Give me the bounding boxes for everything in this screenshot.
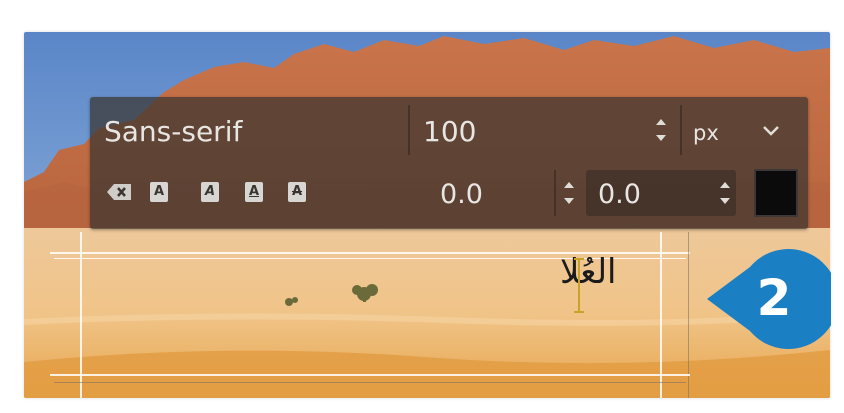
chevron-down-icon[interactable]: [758, 122, 784, 140]
callout-number: 2: [756, 269, 792, 327]
eraser-icon[interactable]: [104, 181, 134, 203]
unit-select[interactable]: px: [693, 121, 719, 145]
baseline-offset-stepper[interactable]: [564, 172, 578, 216]
text-cursor: [574, 258, 584, 313]
text-layer-content[interactable]: العُلا: [560, 255, 617, 289]
font-family-field[interactable]: Sans-serif: [104, 115, 242, 148]
text-style-toolbar: Sans-serif 100 px A A A A 0.0 0.0: [90, 97, 808, 229]
kerning-field[interactable]: 0.0: [598, 179, 641, 210]
italic-icon[interactable]: A: [193, 170, 227, 216]
kerning-stepper[interactable]: [720, 172, 734, 216]
text-box-bottom: [50, 374, 690, 376]
strikethrough-icon[interactable]: A: [280, 170, 314, 216]
text-color-swatch[interactable]: [754, 169, 798, 217]
toolbar-separator: [554, 170, 556, 216]
bold-icon[interactable]: A: [142, 170, 176, 216]
text-box-bottom-inner: [54, 382, 686, 383]
baseline-offset-field[interactable]: 0.0: [440, 179, 483, 210]
underline-icon[interactable]: A: [237, 170, 271, 216]
toolbar-separator: [408, 105, 410, 155]
font-size-field[interactable]: 100: [423, 115, 476, 148]
font-size-stepper[interactable]: [656, 109, 670, 153]
toolbar-separator: [680, 105, 682, 155]
